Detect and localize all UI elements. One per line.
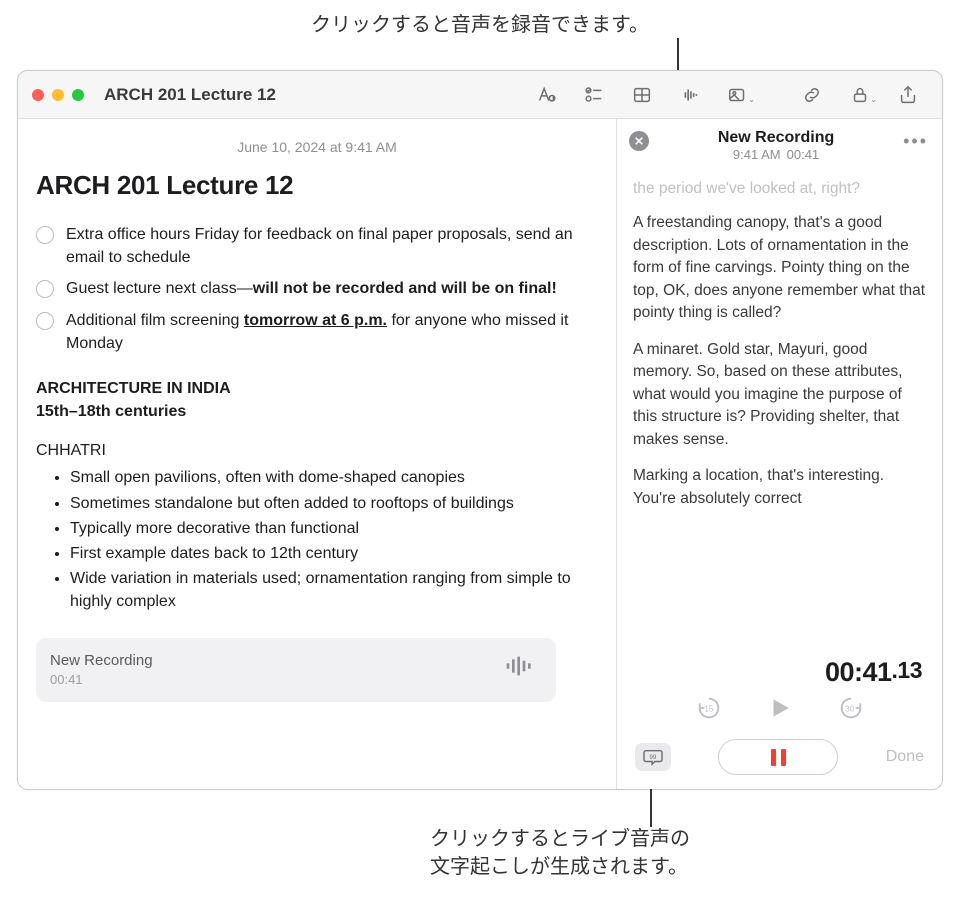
- content-area: June 10, 2024 at 9:41 AM ARCH 201 Lectur…: [18, 119, 942, 789]
- more-options-button[interactable]: •••: [903, 131, 928, 152]
- list-item: Wide variation in materials used; orname…: [70, 567, 598, 613]
- minimize-window-button[interactable]: [52, 89, 64, 101]
- recording-time: 9:41 AM: [733, 147, 781, 162]
- close-window-button[interactable]: [32, 89, 44, 101]
- svg-text:99: 99: [649, 754, 657, 761]
- checklist-text: Guest lecture next class—will not be rec…: [66, 277, 598, 300]
- transcript-area[interactable]: the period we've looked at, right? A fre…: [617, 166, 942, 657]
- note-title: ARCH 201 Lecture 12: [36, 167, 598, 205]
- recording-duration: 00:41: [787, 147, 820, 162]
- recording-header: New Recording 9:41 AM 00:41 •••: [617, 119, 942, 166]
- skip-forward-button[interactable]: 30: [837, 694, 865, 727]
- window-controls: [32, 89, 84, 101]
- format-button[interactable]: [526, 79, 566, 111]
- callout-bottom: クリックするとライブ音声の 文字起こしが生成されます。: [430, 825, 690, 881]
- recording-attachment[interactable]: New Recording 00:41: [36, 638, 556, 703]
- attachment-title: New Recording: [50, 650, 153, 672]
- transcript-paragraph: A minaret. Gold star, Mayuri, good memor…: [633, 339, 926, 451]
- topic-heading: CHHATRI: [36, 439, 598, 462]
- titlebar: ARCH 201 Lecture 12: [18, 71, 942, 119]
- callout-line-bottom: [650, 789, 652, 827]
- svg-text:15: 15: [704, 705, 714, 714]
- section-heading: ARCHITECTURE IN INDIA: [36, 377, 598, 400]
- waveform-icon: [498, 650, 542, 689]
- callout-top: クリックすると音声を録音できます。: [0, 8, 960, 37]
- recording-timer: 00:41.13: [617, 657, 942, 688]
- attachment-duration: 00:41: [50, 671, 153, 690]
- media-button[interactable]: ⌄: [718, 79, 758, 111]
- bullet-list: Small open pavilions, often with dome-sh…: [70, 466, 598, 613]
- pause-icon: [771, 749, 786, 766]
- checklist-item[interactable]: Extra office hours Friday for feedback o…: [36, 223, 598, 269]
- checklist-item[interactable]: Guest lecture next class—will not be rec…: [36, 277, 598, 300]
- transcript-paragraph: Marking a location, that's interesting. …: [633, 465, 926, 510]
- svg-text:30: 30: [845, 705, 855, 714]
- checkbox-icon[interactable]: [36, 226, 54, 244]
- list-item: First example dates back to 12th century: [70, 542, 598, 565]
- play-button[interactable]: [767, 695, 793, 726]
- table-button[interactable]: [622, 79, 662, 111]
- chevron-down-icon: ⌄: [870, 95, 877, 104]
- checkbox-icon[interactable]: [36, 280, 54, 298]
- checklist-text: Extra office hours Friday for feedback o…: [66, 223, 598, 269]
- recording-title: New Recording: [657, 129, 895, 147]
- window-title: ARCH 201 Lecture 12: [104, 85, 276, 105]
- checklist-item[interactable]: Additional film screening tomorrow at 6 …: [36, 309, 598, 355]
- list-item: Sometimes standalone but often added to …: [70, 492, 598, 515]
- transcript-paragraph: A freestanding canopy, that's a good des…: [633, 212, 926, 324]
- playback-controls: 15 30: [617, 688, 942, 733]
- lock-button[interactable]: ⌄: [840, 79, 880, 111]
- transcribe-button[interactable]: 99: [635, 743, 671, 771]
- checklist-button[interactable]: [574, 79, 614, 111]
- close-panel-button[interactable]: [629, 131, 649, 151]
- zoom-window-button[interactable]: [72, 89, 84, 101]
- chevron-down-icon: ⌄: [748, 95, 755, 104]
- transcript-line-faded: the period we've looked at, right?: [633, 178, 926, 200]
- recording-bottom-row: 99 Done: [617, 733, 942, 789]
- note-date: June 10, 2024 at 9:41 AM: [36, 137, 598, 157]
- checklist-text: Additional film screening tomorrow at 6 …: [66, 309, 598, 355]
- checkbox-icon[interactable]: [36, 312, 54, 330]
- list-item: Small open pavilions, often with dome-sh…: [70, 466, 598, 489]
- recording-panel: New Recording 9:41 AM 00:41 ••• the peri…: [616, 119, 942, 789]
- skip-back-button[interactable]: 15: [695, 694, 723, 727]
- link-note-button[interactable]: [792, 79, 832, 111]
- note-body[interactable]: June 10, 2024 at 9:41 AM ARCH 201 Lectur…: [18, 119, 616, 789]
- section-subheading: 15th–18th centuries: [36, 400, 598, 423]
- done-button[interactable]: Done: [886, 748, 924, 766]
- pause-record-button[interactable]: [718, 739, 838, 775]
- share-button[interactable]: [888, 79, 928, 111]
- list-item: Typically more decorative than functiona…: [70, 517, 598, 540]
- app-window: ARCH 201 Lecture 12: [17, 70, 943, 790]
- record-audio-button[interactable]: [670, 79, 710, 111]
